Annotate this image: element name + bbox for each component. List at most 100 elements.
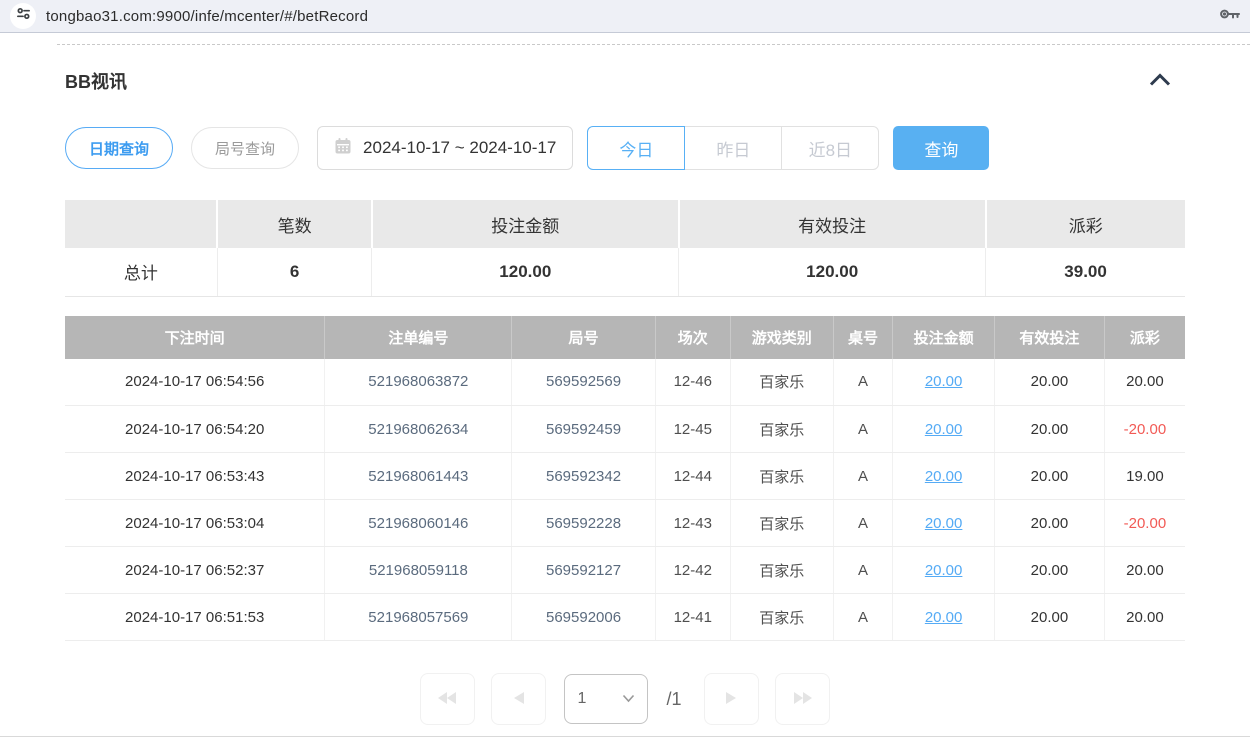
- payout: -20.00: [1104, 500, 1185, 547]
- prev-page-button[interactable]: [491, 673, 546, 725]
- round-id: 569592127: [512, 547, 655, 594]
- payout: 20.00: [1104, 547, 1185, 594]
- url-text[interactable]: tongbao31.com:9900/infe/mcenter/#/betRec…: [46, 8, 368, 25]
- bet-amount-link[interactable]: 20.00: [925, 468, 963, 485]
- table-row: 2024-10-17 06:53:04 521968060146 5695922…: [65, 500, 1185, 547]
- session: 12-45: [655, 406, 730, 453]
- bet-time: 2024-10-17 06:54:20: [65, 406, 325, 453]
- table-header-row: 下注时间 注单编号 局号 场次 游戏类别 桌号 投注金额 有效投注 派彩: [65, 316, 1185, 359]
- summary-header-valid-bet: 有效投注: [679, 200, 986, 248]
- col-table-no: 桌号: [833, 316, 892, 359]
- dashed-separator: [57, 44, 1250, 45]
- game-type: 百家乐: [730, 547, 833, 594]
- col-bet-time: 下注时间: [65, 316, 325, 359]
- col-valid-bet: 有效投注: [995, 316, 1105, 359]
- round-id: 569592569: [512, 359, 655, 406]
- payout: 20.00: [1104, 359, 1185, 406]
- bet-time: 2024-10-17 06:53:04: [65, 500, 325, 547]
- summary-header-bet-amount: 投注金额: [372, 200, 679, 248]
- date-query-tab[interactable]: 日期查询: [65, 127, 173, 169]
- bet-amount-link[interactable]: 20.00: [925, 562, 963, 579]
- calendar-icon: [334, 137, 352, 160]
- bet-time: 2024-10-17 06:53:43: [65, 453, 325, 500]
- page-total: /1: [666, 689, 681, 710]
- summary-total-label: 总计: [65, 248, 217, 296]
- bet-amount-link[interactable]: 20.00: [925, 421, 963, 438]
- bet-time: 2024-10-17 06:52:37: [65, 547, 325, 594]
- filter-toolbar: 日期查询 局号查询 2024-10-17 ~ 2024-10-17 今日: [65, 126, 1185, 170]
- table-no: A: [833, 500, 892, 547]
- col-payout: 派彩: [1104, 316, 1185, 359]
- last-page-button[interactable]: [775, 673, 830, 725]
- page-title: BB视讯: [65, 68, 127, 94]
- game-type: 百家乐: [730, 359, 833, 406]
- double-chevron-left-icon: [436, 689, 460, 710]
- chevron-up-icon: [1149, 74, 1171, 89]
- summary-header-row: 笔数 投注金额 有效投注 派彩: [65, 200, 1185, 248]
- quick-range-group: 今日 昨日 近8日: [587, 126, 879, 170]
- summary-header-empty: [65, 200, 217, 248]
- pagination: 1 /1: [65, 673, 1185, 725]
- table-row: 2024-10-17 06:54:20 521968062634 5695924…: [65, 406, 1185, 453]
- round-id: 569592228: [512, 500, 655, 547]
- chevron-left-icon: [512, 689, 526, 710]
- tune-icon: [16, 6, 31, 26]
- table-row: 2024-10-17 06:53:43 521968061443 5695923…: [65, 453, 1185, 500]
- round-query-tab[interactable]: 局号查询: [191, 127, 299, 169]
- summary-header-payout: 派彩: [986, 200, 1185, 248]
- summary-header-count: 笔数: [217, 200, 372, 248]
- double-chevron-right-icon: [790, 689, 814, 710]
- valid-bet: 20.00: [995, 594, 1105, 641]
- valid-bet: 20.00: [995, 500, 1105, 547]
- first-page-button[interactable]: [420, 673, 475, 725]
- chevron-down-icon: [622, 690, 635, 708]
- col-game-type: 游戏类别: [730, 316, 833, 359]
- table-no: A: [833, 453, 892, 500]
- game-type: 百家乐: [730, 500, 833, 547]
- summary-total-row: 总计 6 120.00 120.00 39.00: [65, 248, 1185, 296]
- order-id: 521968062634: [325, 406, 512, 453]
- summary-valid-bet-value: 120.00: [679, 248, 986, 296]
- valid-bet: 20.00: [995, 453, 1105, 500]
- payout: 20.00: [1104, 594, 1185, 641]
- order-id: 521968057569: [325, 594, 512, 641]
- session: 12-41: [655, 594, 730, 641]
- site-settings-button[interactable]: [10, 3, 36, 29]
- last8days-button[interactable]: 近8日: [781, 126, 879, 170]
- bet-record-panel: BB视讯 日期查询 局号查询: [65, 68, 1185, 725]
- summary-payout-value: 39.00: [986, 248, 1185, 296]
- col-order-id: 注单编号: [325, 316, 512, 359]
- key-icon[interactable]: [1218, 4, 1240, 29]
- bet-time: 2024-10-17 06:51:53: [65, 594, 325, 641]
- bet-amount-link[interactable]: 20.00: [925, 373, 963, 390]
- search-button[interactable]: 查询: [893, 126, 989, 170]
- session: 12-42: [655, 547, 730, 594]
- page-select[interactable]: 1: [564, 674, 648, 724]
- yesterday-button[interactable]: 昨日: [684, 126, 782, 170]
- order-id: 521968059118: [325, 547, 512, 594]
- payout: 19.00: [1104, 453, 1185, 500]
- table-no: A: [833, 547, 892, 594]
- order-id: 521968060146: [325, 500, 512, 547]
- session: 12-43: [655, 500, 730, 547]
- round-id: 569592459: [512, 406, 655, 453]
- valid-bet: 20.00: [995, 547, 1105, 594]
- valid-bet: 20.00: [995, 406, 1105, 453]
- today-button[interactable]: 今日: [587, 126, 685, 170]
- game-type: 百家乐: [730, 453, 833, 500]
- table-row: 2024-10-17 06:52:37 521968059118 5695921…: [65, 547, 1185, 594]
- panel-header: BB视讯: [65, 68, 1185, 94]
- bet-amount-link[interactable]: 20.00: [925, 515, 963, 532]
- col-session: 场次: [655, 316, 730, 359]
- round-id: 569592342: [512, 453, 655, 500]
- collapse-button[interactable]: [1135, 71, 1185, 91]
- round-id: 569592006: [512, 594, 655, 641]
- bet-amount-link[interactable]: 20.00: [925, 609, 963, 626]
- bet-time: 2024-10-17 06:54:56: [65, 359, 325, 406]
- bet-record-table: 下注时间 注单编号 局号 场次 游戏类别 桌号 投注金额 有效投注 派彩 202…: [65, 316, 1185, 642]
- date-range-picker[interactable]: 2024-10-17 ~ 2024-10-17: [317, 126, 573, 170]
- session: 12-44: [655, 453, 730, 500]
- summary-table: 笔数 投注金额 有效投注 派彩 总计 6 120.00 120.00 39.00: [65, 200, 1185, 297]
- payout: -20.00: [1104, 406, 1185, 453]
- next-page-button[interactable]: [704, 673, 759, 725]
